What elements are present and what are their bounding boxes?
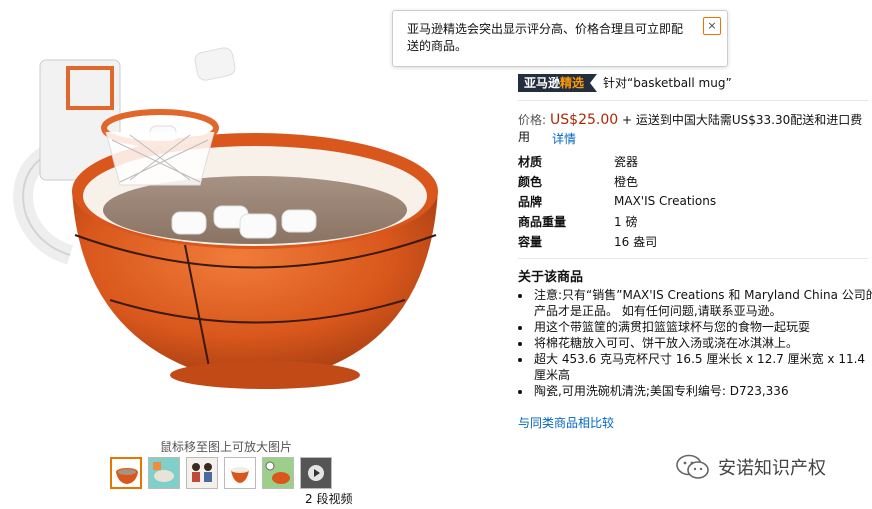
spec-value: 瓷器 — [614, 154, 639, 169]
spec-key: 容量 — [518, 234, 543, 249]
spec-row: 材质 瓷器 — [518, 151, 716, 171]
spec-row: 品牌 MAX'IS Creations — [518, 191, 716, 211]
amazon-choice-badge[interactable]: 亚马逊精选 针对“basketball mug” — [518, 74, 732, 92]
price-label: 价格: — [518, 113, 547, 127]
spec-value: 16 盎司 — [614, 234, 658, 249]
bullet-item: 将棉花糖放入可可、饼干放入汤或浇在冰淇淋上。 — [532, 335, 872, 351]
spec-row: 容量 16 盎司 — [518, 231, 716, 251]
price-value: US$25.00 — [550, 112, 619, 128]
spec-table: 材质 瓷器 颜色 橙色 品牌 MAX'IS Creations 商品重量 1 磅… — [518, 151, 716, 251]
play-icon — [301, 458, 331, 488]
zoom-hint: 鼠标移至图上可放大图片 — [160, 440, 293, 454]
badge-keyword: 针对“basketball mug” — [603, 76, 732, 90]
divider — [518, 258, 868, 259]
bullet-item: 用这个带篮筐的满贯扣篮篮球杯与您的食物一起玩耍 — [532, 319, 872, 335]
thumbnail-people-icon — [187, 458, 217, 488]
spec-key: 品牌 — [518, 194, 543, 209]
basketball-hoop — [101, 109, 219, 186]
divider — [518, 100, 868, 101]
thumbnail-lifestyle-icon — [263, 458, 293, 488]
thumbnail-strip — [110, 457, 332, 489]
thumbnail-3[interactable] — [186, 457, 218, 489]
badge-label: 亚马逊精选 — [518, 74, 591, 92]
amazon-choice-tooltip: 亚马逊精选会突出显示评分高、价格合理且可立即配送的商品。 × — [392, 10, 728, 67]
spec-row: 商品重量 1 磅 — [518, 211, 716, 231]
about-bullets: 注意:只有“销售”MAX'IS Creations 和 Maryland Chi… — [518, 287, 872, 399]
wechat-icon — [676, 454, 709, 479]
thumbnail-mug-icon — [116, 468, 138, 484]
floating-marshmallow — [194, 47, 236, 81]
thumbnail-4[interactable] — [224, 457, 256, 489]
thumbnail-2[interactable] — [148, 457, 180, 489]
spec-key: 商品重量 — [518, 214, 567, 229]
bullet-item: 超大 453.6 克马克杯尺寸 16.5 厘米长 x 12.7 厘米宽 x 11… — [532, 351, 872, 383]
spec-row: 颜色 橙色 — [518, 171, 716, 191]
watermark: 安诺知识产权 — [676, 454, 826, 480]
spec-value: MAX'IS Creations — [614, 194, 717, 208]
badge-accent: 精选 — [560, 76, 585, 90]
spec-key: 颜色 — [518, 174, 543, 189]
bullet-item: 注意:只有“销售”MAX'IS Creations 和 Maryland Chi… — [532, 287, 872, 319]
thumbnail-1[interactable] — [110, 457, 142, 489]
bullet-item: 陶瓷,可用洗碗机清洗;美国专利编号: D723,336 — [532, 383, 872, 399]
tooltip-text: 亚马逊精选会突出显示评分高、价格合理且可立即配送的商品。 — [407, 22, 684, 53]
thumbnail-5[interactable] — [262, 457, 294, 489]
spec-key: 材质 — [518, 154, 543, 169]
thumbnail-mug-white-icon — [225, 458, 255, 488]
thumbnail-box-icon — [149, 458, 179, 488]
compare-link[interactable]: 与同类商品相比较 — [518, 414, 614, 431]
close-icon[interactable]: × — [703, 17, 721, 35]
watermark-text: 安诺知识产权 — [718, 458, 826, 479]
video-count: 2 段视频 — [305, 492, 353, 506]
spec-value: 橙色 — [614, 174, 639, 189]
thumbnail-video[interactable] — [300, 457, 332, 489]
spec-value: 1 磅 — [614, 214, 638, 229]
about-title: 关于该商品 — [518, 270, 584, 285]
badge-tail — [590, 74, 598, 92]
details-link[interactable]: 详情 — [552, 130, 576, 147]
badge-brand: 亚马逊 — [524, 76, 561, 90]
